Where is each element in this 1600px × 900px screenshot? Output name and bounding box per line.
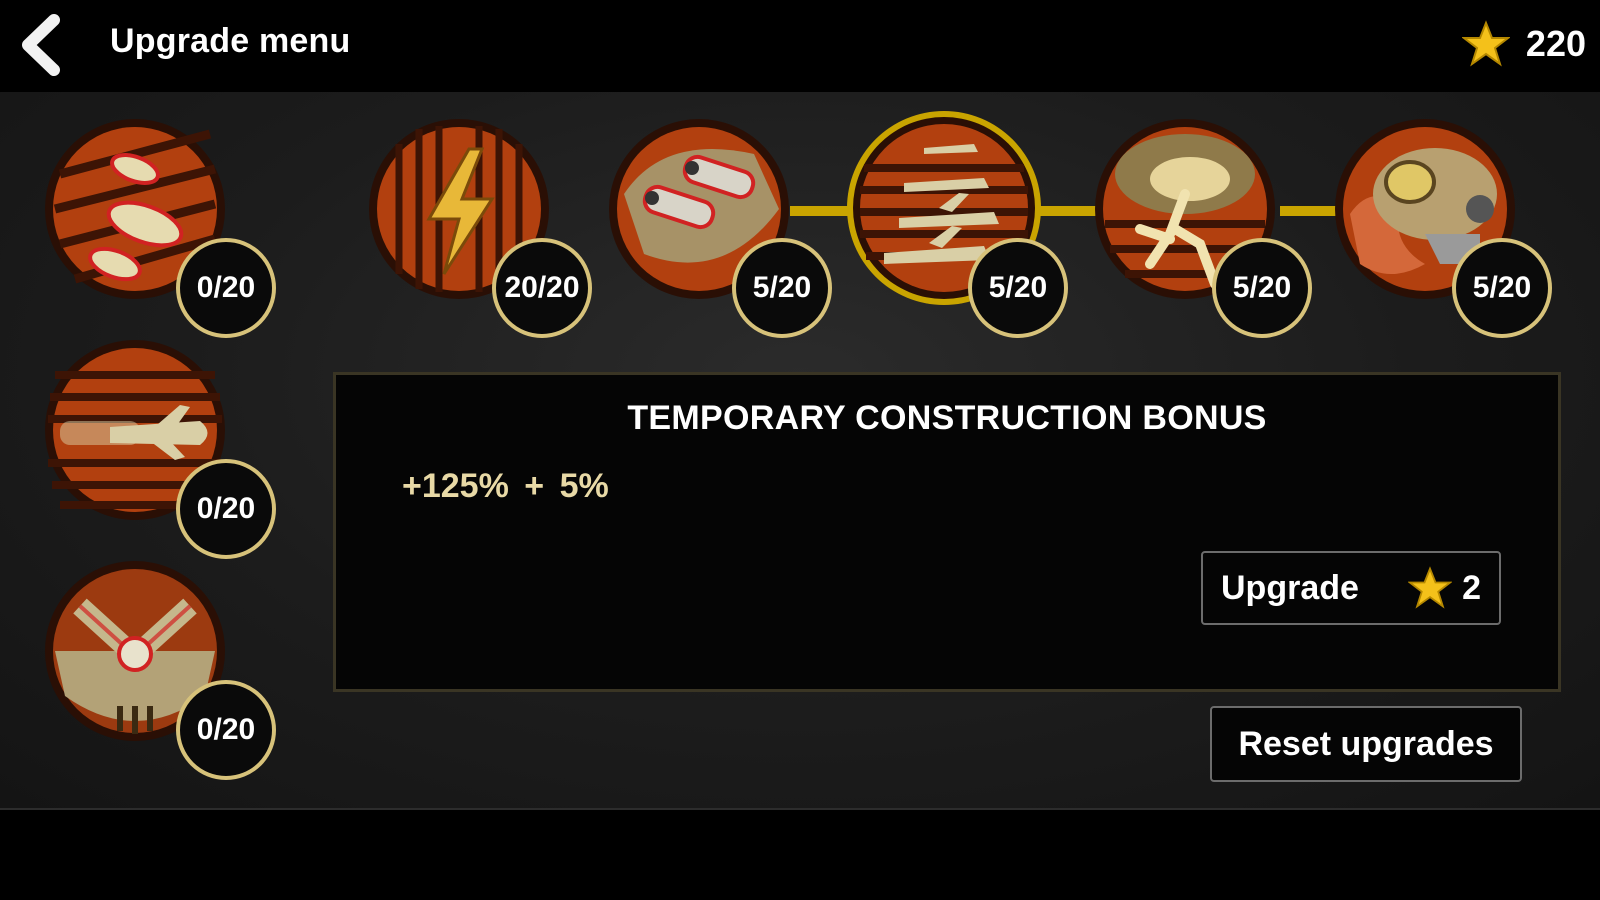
bonus-value: +125% + 5%: [402, 467, 609, 505]
back-button[interactable]: [14, 14, 76, 76]
upgrade-title: TEMPORARY CONSTRUCTION BONUS: [627, 399, 1267, 437]
upgrade-node-bullets[interactable]: 0/20: [40, 114, 280, 354]
level-badge: 5/20: [1452, 238, 1552, 338]
level-badge: 5/20: [1212, 238, 1312, 338]
star-count: 220: [1525, 23, 1586, 64]
upgrade-node-speed[interactable]: 0/20: [40, 335, 280, 575]
upgrade-cost: 2: [1408, 566, 1481, 610]
star-icon: [1408, 566, 1453, 609]
upgrade-node-cannon[interactable]: 5/20: [604, 114, 844, 354]
level-badge: 20/20: [492, 238, 592, 338]
level-badge: 5/20: [732, 238, 832, 338]
upgrade-node-power[interactable]: 20/20: [364, 114, 604, 354]
level-badge: 0/20: [176, 680, 276, 780]
top-bar: Upgrade menu 220: [0, 0, 1600, 92]
chevron-left-icon: [22, 14, 60, 76]
star-icon: [1461, 20, 1510, 67]
upgrade-node-repair[interactable]: 0/20: [40, 556, 280, 796]
bottom-bar: [0, 810, 1600, 900]
upgrade-node-helmet[interactable]: 5/20: [1330, 114, 1570, 354]
upgrade-button[interactable]: Upgrade 2: [1201, 551, 1501, 625]
star-balance: 220: [1461, 20, 1586, 68]
upgrade-cost-value: 2: [1462, 568, 1481, 607]
level-badge: 0/20: [176, 238, 276, 338]
upgrade-node-squadron[interactable]: 5/20: [844, 108, 1084, 348]
upgrade-details-panel: TEMPORARY CONSTRUCTION BONUS +125% + 5%: [333, 372, 1561, 692]
upgrade-node-explosion[interactable]: 5/20: [1090, 114, 1330, 354]
page-title: Upgrade menu: [110, 22, 351, 60]
level-badge: 0/20: [176, 459, 276, 559]
upgrade-button-label: Upgrade: [1221, 568, 1359, 607]
level-badge: 5/20: [968, 238, 1068, 338]
reset-upgrades-button[interactable]: Reset upgrades: [1210, 706, 1522, 782]
